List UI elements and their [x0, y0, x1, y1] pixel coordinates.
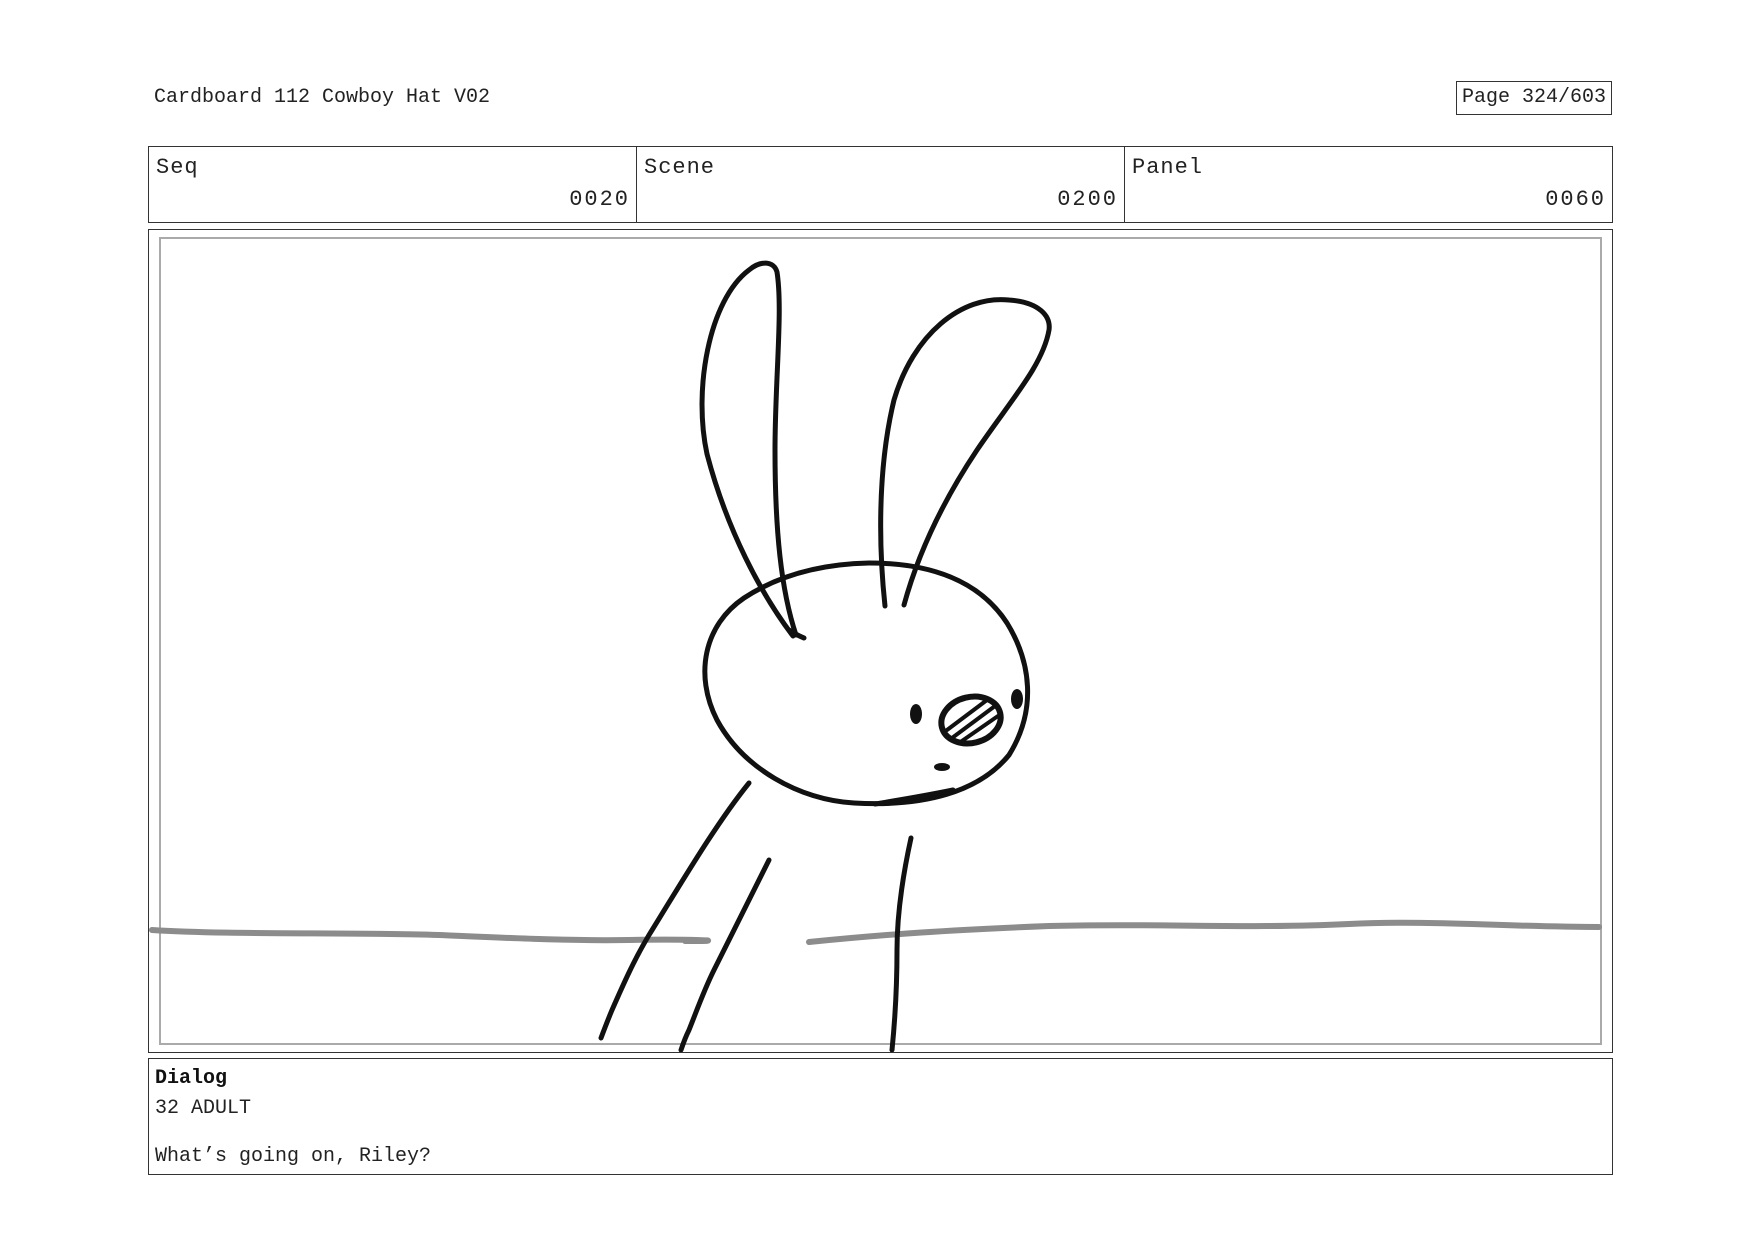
- left-eye: [910, 704, 922, 724]
- panel-label: Panel: [1132, 155, 1204, 180]
- page-indicator: Page 324/603: [1456, 81, 1612, 115]
- seq-value: 0020: [569, 187, 630, 212]
- right-ear: [878, 297, 1052, 609]
- panel-info-row: Seq 0020 Scene 0200 Panel 0060: [148, 146, 1613, 223]
- scene-value: 0200: [1057, 187, 1118, 212]
- horizon-line: [149, 919, 1602, 945]
- dialog-heading: Dialog: [155, 1067, 228, 1090]
- mouth: [934, 763, 950, 771]
- scene-label: Scene: [644, 155, 716, 180]
- document-title: Cardboard 112 Cowboy Hat V02: [154, 86, 491, 109]
- bunny-sketch: [149, 237, 1602, 1052]
- body-inner: [678, 857, 772, 1052]
- panel-cell: Panel 0060: [1125, 147, 1612, 222]
- right-eye: [1011, 689, 1023, 709]
- scene-cell: Scene 0200: [637, 147, 1125, 222]
- panel-value: 0060: [1545, 187, 1606, 212]
- body-right: [889, 835, 914, 1052]
- dialog-box: Dialog 32 ADULT What’s going on, Riley?: [148, 1058, 1613, 1175]
- seq-cell: Seq 0020: [149, 147, 637, 222]
- dialog-speaker: 32 ADULT: [155, 1097, 252, 1120]
- dialog-text: What’s going on, Riley?: [155, 1145, 432, 1168]
- bunny-head: [702, 560, 1031, 807]
- seq-label: Seq: [156, 155, 199, 180]
- storyboard-panel: [148, 229, 1613, 1053]
- body-left: [598, 780, 752, 1041]
- nose: [938, 693, 1004, 747]
